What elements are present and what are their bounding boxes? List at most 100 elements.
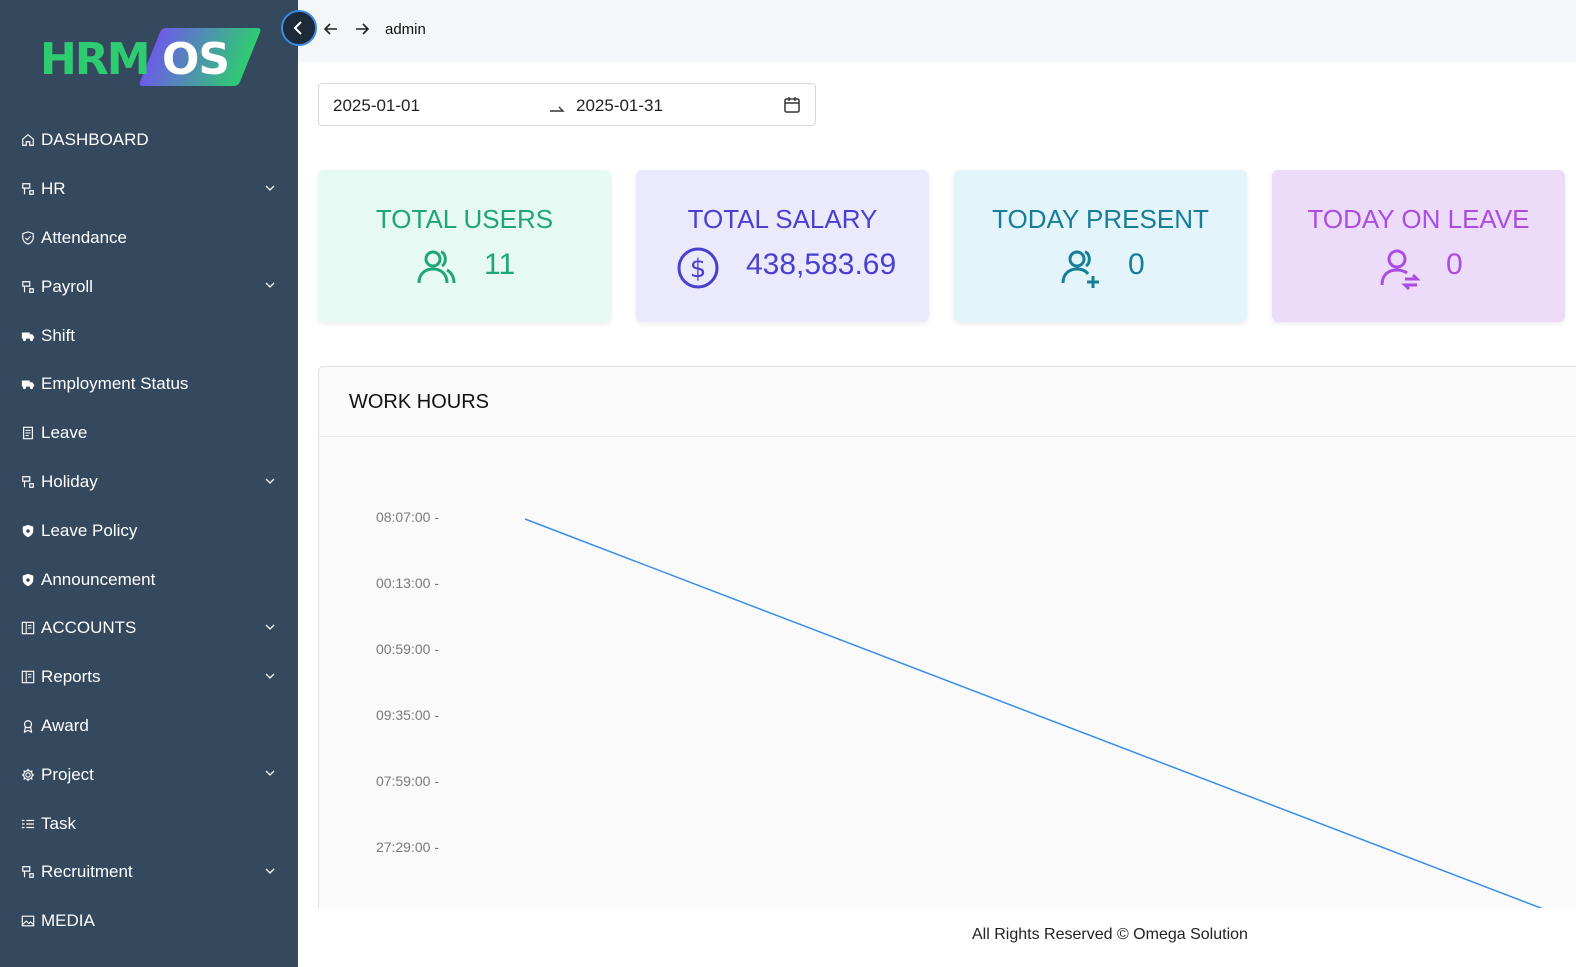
sidebar-item-label: MEDIA bbox=[41, 911, 95, 931]
sidebar-item-label: Leave Policy bbox=[41, 520, 138, 540]
svg-text:$: $ bbox=[690, 254, 707, 284]
date-start-input[interactable]: 2025-01-01 bbox=[333, 96, 420, 116]
stat-card-value: 438,583.69 bbox=[746, 248, 897, 281]
sidebar-item-shift[interactable]: Shift bbox=[0, 311, 298, 360]
shield-check-icon bbox=[20, 230, 36, 246]
sidebar-item-label: ACCOUNTS bbox=[41, 618, 137, 638]
stat-card-title: TODAY PRESENT bbox=[992, 204, 1209, 234]
logo-os-text: OS bbox=[162, 34, 230, 85]
y-tick-label: 00:13:00 - bbox=[376, 575, 439, 591]
sidebar-item-award[interactable]: Award bbox=[0, 702, 298, 751]
stat-card-today-on-leave: TODAY ON LEAVE 0 bbox=[1272, 170, 1565, 322]
truck-icon bbox=[20, 328, 36, 344]
document-icon bbox=[20, 425, 36, 441]
sidebar-item-payroll[interactable]: Payroll bbox=[0, 262, 298, 311]
panel-title: WORK HOURS bbox=[349, 391, 489, 413]
shield-icon bbox=[20, 523, 36, 539]
sidebar-item-label: Leave bbox=[41, 423, 88, 443]
sidebar-item-label: Shift bbox=[41, 325, 76, 345]
recruitment-icon bbox=[20, 864, 36, 880]
stat-card-value: 0 bbox=[1128, 248, 1145, 281]
topbar bbox=[298, 0, 1576, 62]
chevron-down-icon[interactable] bbox=[264, 670, 276, 682]
work-hours-chart: 08:07:00 - 00:13:00 - 00:59:00 - 09:35:00 -… bbox=[376, 509, 1560, 921]
sidebar-item-employment-status[interactable]: Employment Status bbox=[0, 360, 298, 409]
sidebar-item-project[interactable]: Project bbox=[0, 750, 298, 799]
gear-icon bbox=[20, 767, 36, 783]
image-icon bbox=[20, 913, 36, 929]
panel-header: WORK HOURS bbox=[319, 367, 1576, 437]
user-leave-icon bbox=[1377, 246, 1421, 291]
list-icon bbox=[20, 816, 36, 832]
y-tick-label: 07:59:00 - bbox=[376, 773, 439, 789]
sidebar-item-leave[interactable]: Leave bbox=[0, 409, 298, 458]
chevron-left-icon bbox=[293, 21, 302, 35]
sidebar-item-accounts[interactable]: ACCOUNTS bbox=[0, 604, 298, 653]
sidebar-item-reports[interactable]: Reports bbox=[0, 653, 298, 702]
stat-card-value: 11 bbox=[484, 248, 516, 281]
sidebar-item-label: Award bbox=[41, 715, 89, 735]
logo[interactable]: HRM OS bbox=[40, 26, 262, 88]
sidebar-item-leave-policy[interactable]: Leave Policy bbox=[0, 506, 298, 555]
sidebar-item-media[interactable]: MEDIA bbox=[0, 897, 298, 946]
stat-card-today-present: TODAY PRESENT 0 bbox=[954, 170, 1247, 322]
work-hours-line bbox=[524, 518, 1560, 916]
sidebar-item-label: Task bbox=[41, 813, 76, 833]
chevron-down-icon[interactable] bbox=[264, 279, 276, 291]
hr-icon bbox=[20, 181, 36, 197]
sidebar-item-holiday[interactable]: Holiday bbox=[0, 458, 298, 507]
sidebar-item-label: Project bbox=[41, 764, 94, 784]
sidebar-item-label: Announcement bbox=[41, 569, 156, 589]
calendar-icon[interactable] bbox=[783, 96, 801, 114]
sidebar-item-label: Employment Status bbox=[41, 374, 189, 394]
date-end-input[interactable]: 2025-01-31 bbox=[576, 96, 663, 116]
book-icon bbox=[20, 669, 36, 685]
sidebar-nav: DASHBOARD HR Attendance Payroll Shift Employm… bbox=[0, 116, 298, 946]
users-icon bbox=[414, 246, 458, 290]
stat-card-total-users: TOTAL USERS 11 bbox=[318, 170, 611, 322]
sidebar-item-recruitment[interactable]: Recruitment bbox=[0, 848, 298, 897]
back-arrow-icon[interactable] bbox=[322, 20, 340, 38]
holiday-icon bbox=[20, 474, 36, 490]
footer: All Rights Reserved © Omega Solution bbox=[298, 908, 1576, 967]
sidebar-item-label: Attendance bbox=[41, 227, 128, 247]
chevron-down-icon[interactable] bbox=[264, 621, 276, 633]
award-icon bbox=[20, 718, 36, 734]
sidebar-item-label: Reports bbox=[41, 667, 101, 687]
y-tick-label: 00:59:00 - bbox=[376, 641, 439, 657]
stat-card-title: TOTAL SALARY bbox=[687, 204, 878, 234]
logo-hrm-text: HRM bbox=[40, 34, 150, 85]
y-tick-label: 09:35:00 - bbox=[376, 707, 439, 723]
sidebar-item-dashboard[interactable]: DASHBOARD bbox=[0, 116, 298, 165]
stat-card-total-salary: TOTAL SALARY $438,583.69 bbox=[636, 170, 929, 322]
book-icon bbox=[20, 620, 36, 636]
sidebar-item-label: HR bbox=[41, 179, 66, 199]
forward-arrow-icon[interactable] bbox=[353, 20, 371, 38]
footer-text: All Rights Reserved © Omega Solution bbox=[972, 926, 1248, 943]
sidebar: HRM OS DASHBOARD HR Attendance Payroll Shift… bbox=[0, 0, 298, 967]
sidebar-item-hr[interactable]: HR bbox=[0, 165, 298, 214]
sidebar-item-announcement[interactable]: Announcement bbox=[0, 555, 298, 604]
sidebar-item-label: DASHBOARD bbox=[41, 130, 149, 150]
chevron-down-icon[interactable] bbox=[264, 767, 276, 779]
home-icon bbox=[20, 132, 36, 148]
payroll-icon bbox=[20, 279, 36, 295]
range-separator-icon bbox=[550, 106, 565, 112]
sidebar-item-label: Holiday bbox=[41, 471, 98, 491]
sidebar-item-attendance[interactable]: Attendance bbox=[0, 214, 298, 263]
user-add-icon bbox=[1059, 246, 1103, 290]
user-name[interactable]: admin bbox=[385, 21, 426, 38]
stat-card-title: TODAY ON LEAVE bbox=[1307, 204, 1530, 234]
chevron-down-icon[interactable] bbox=[264, 475, 276, 487]
sidebar-item-task[interactable]: Task bbox=[0, 799, 298, 848]
work-hours-panel: WORK HOURS 08:07:00 - 00:13:00 - 00:59:00 … bbox=[318, 366, 1576, 926]
sidebar-item-label: Payroll bbox=[41, 276, 93, 296]
date-range-picker[interactable]: 2025-01-01 2025-01-31 bbox=[318, 83, 816, 126]
stat-card-title: TOTAL USERS bbox=[375, 204, 554, 234]
chevron-down-icon[interactable] bbox=[264, 865, 276, 877]
y-tick-label: 08:07:00 - bbox=[376, 509, 439, 525]
stat-card-value: 0 bbox=[1446, 248, 1463, 281]
truck-icon bbox=[20, 376, 36, 392]
sidebar-collapse-button[interactable] bbox=[281, 10, 317, 46]
chevron-down-icon[interactable] bbox=[264, 182, 276, 194]
